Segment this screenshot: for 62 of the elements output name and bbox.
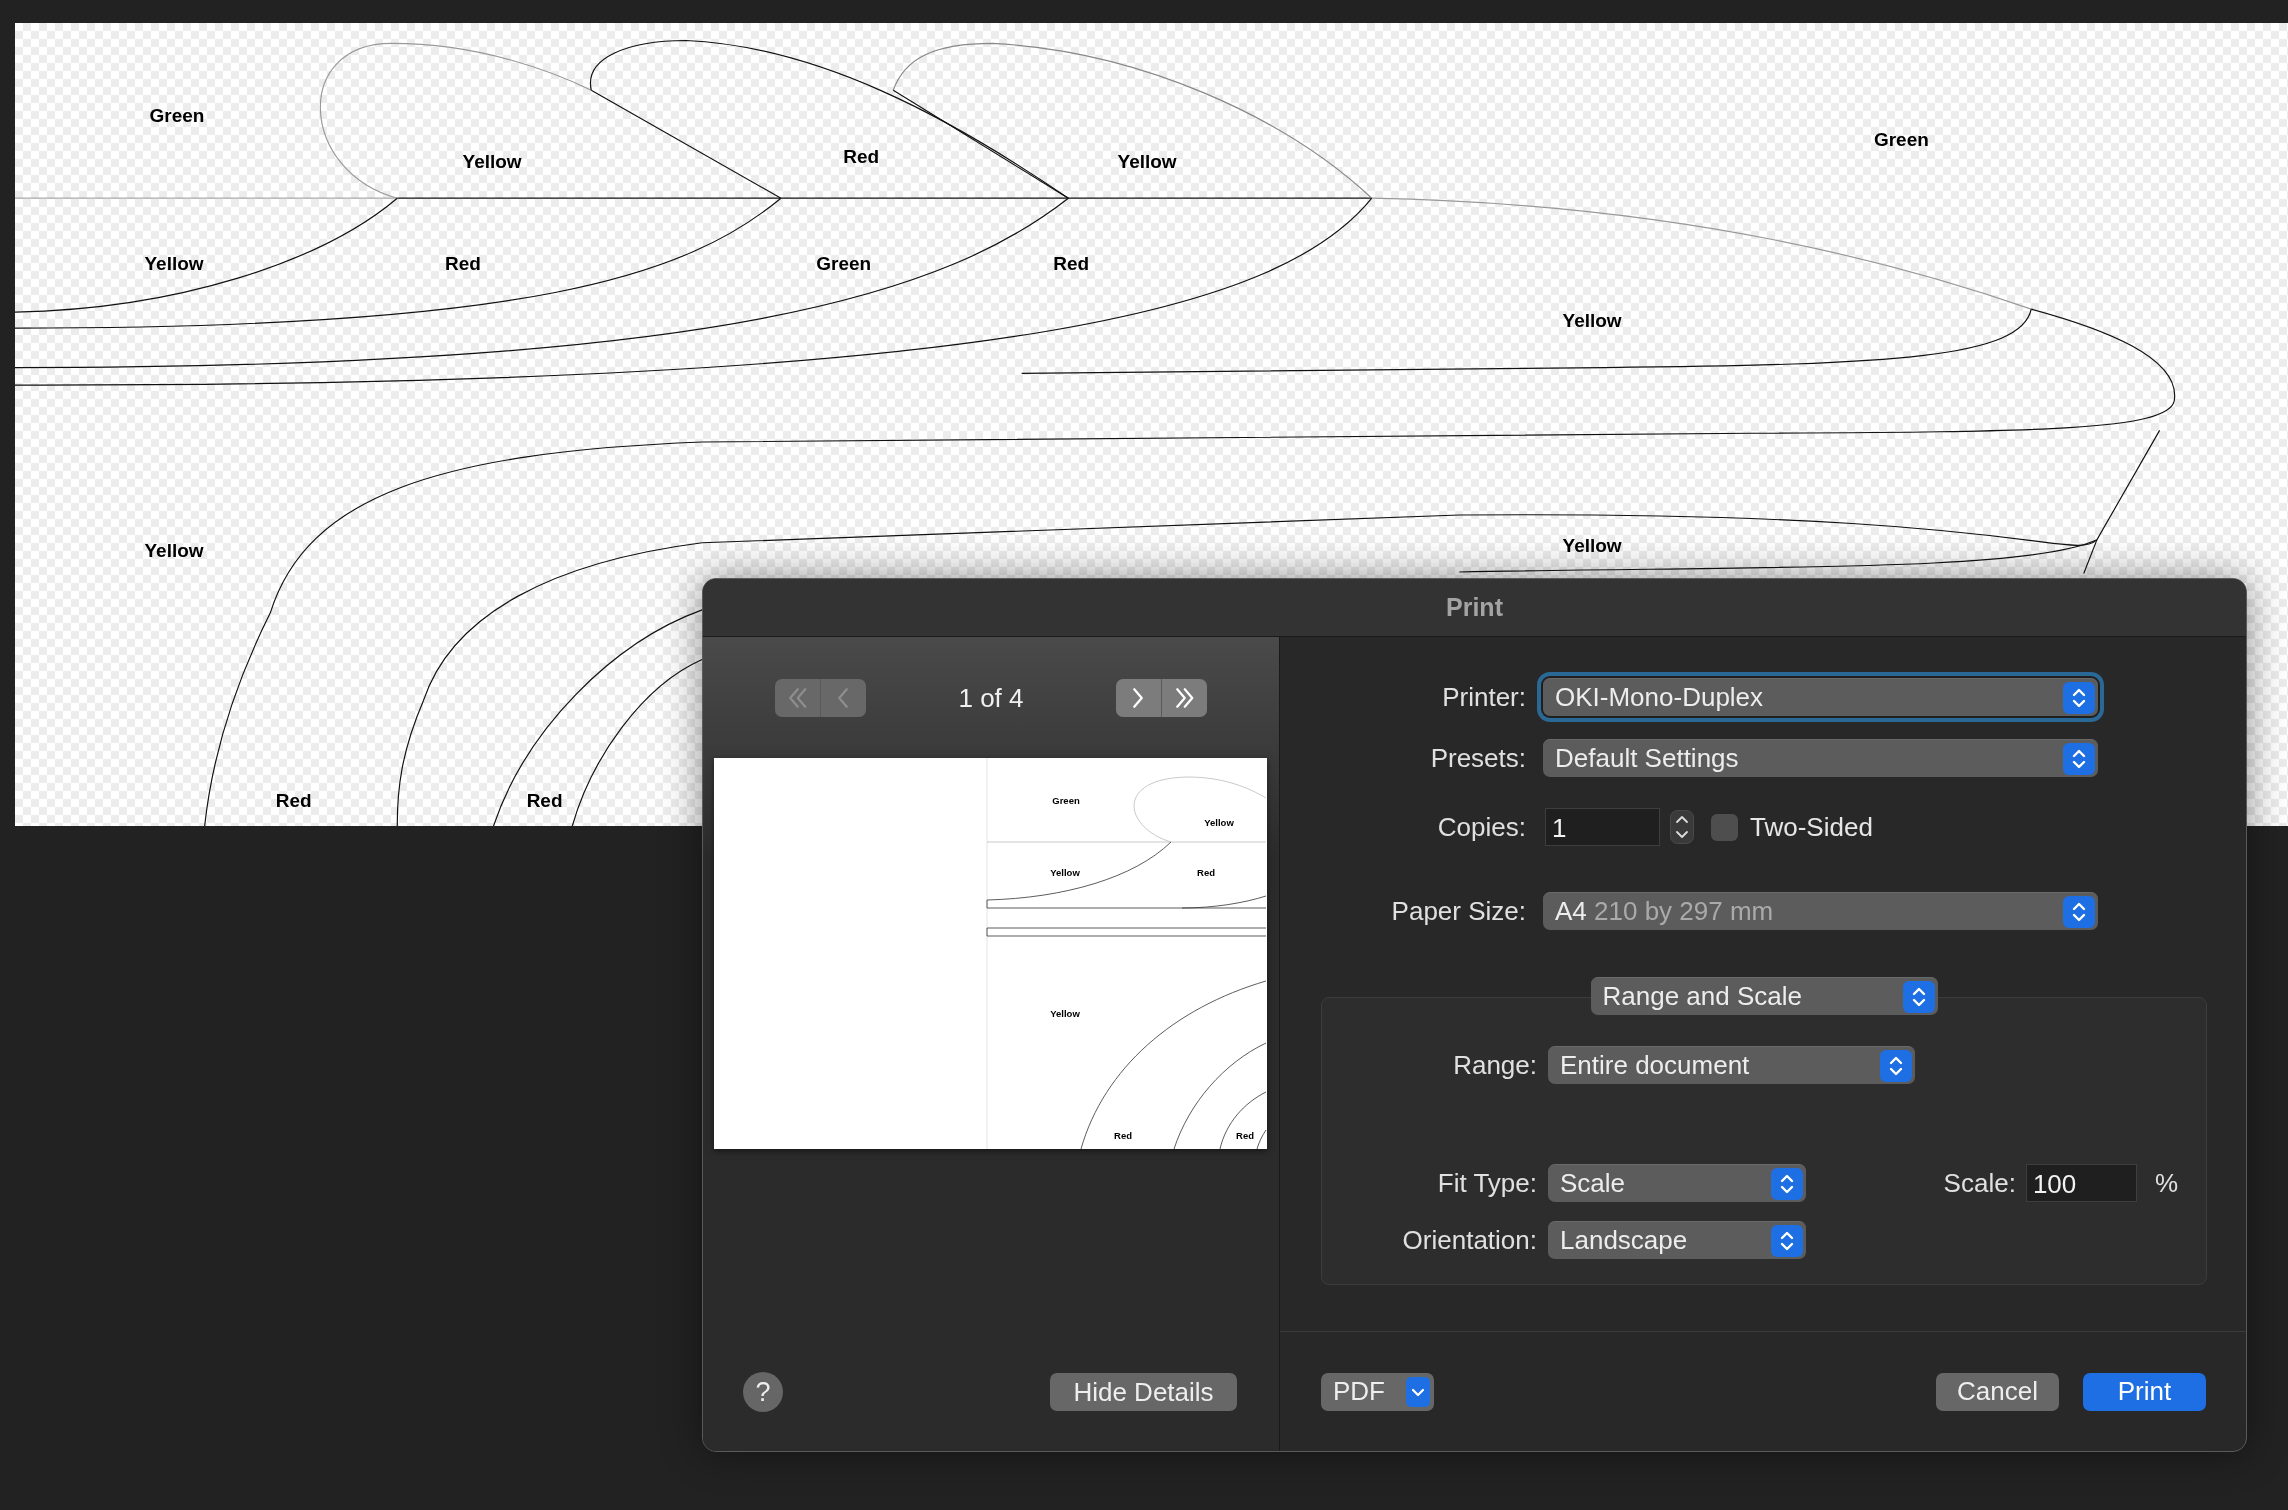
diagram-label: Red (444, 252, 481, 274)
diagram-label: Yellow (144, 252, 204, 274)
section-popup[interactable]: Range and Scale (1590, 977, 1938, 1015)
orientation-popup[interactable]: Landscape (1548, 1221, 1806, 1259)
paper-size-popup[interactable]: A4 210 by 297 mm (1543, 892, 2098, 930)
updown-chevron-icon (2063, 681, 2095, 714)
diagram-label: Green (149, 105, 205, 127)
field-label: Printer: (1441, 681, 1526, 713)
diagram-label: Green (816, 252, 872, 274)
two-sided-checkbox[interactable] (1711, 813, 1738, 841)
diagram-label: Yellow (1562, 309, 1622, 331)
field-label: Paper Size: (1390, 895, 1526, 927)
presets-popup[interactable]: Default Settings (1543, 739, 2098, 777)
diagram-label: Red (526, 790, 563, 811)
field-label: Scale: (1943, 1167, 2016, 1199)
preview-label: Red (1197, 867, 1215, 878)
preview-label: Yellow (1050, 867, 1080, 878)
field-label: Range: (1452, 1049, 1537, 1081)
print-button[interactable]: Print (2083, 1372, 2206, 1411)
unit-label: % (2154, 1167, 2178, 1199)
preview-label: Green (1052, 795, 1080, 806)
help-button[interactable]: ? (743, 1372, 783, 1412)
copies-field[interactable]: 1 (1545, 808, 1660, 846)
diagram-label: Red (1053, 252, 1090, 274)
checkbox-label: Two-Sided (1750, 811, 1873, 843)
double-chevron-right-icon (1175, 688, 1193, 708)
preview-label: Yellow (1050, 1008, 1080, 1019)
updown-chevron-icon (2063, 895, 2095, 928)
preview-label: Red (1236, 1130, 1254, 1141)
stepper[interactable] (1670, 810, 1694, 844)
dialog-title: Print (1446, 593, 1503, 622)
updown-chevron-icon (1771, 1224, 1803, 1257)
updown-chevron-icon (2063, 742, 2095, 775)
pdf-menu-button[interactable]: PDF (1321, 1372, 1434, 1411)
field-label: Orientation: (1401, 1224, 1537, 1256)
chevron-right-icon (1133, 688, 1144, 708)
page-indicator: 1 of 4 (958, 682, 1024, 714)
chevron-left-icon (838, 688, 849, 708)
diagram-label: Yellow (1117, 150, 1177, 172)
diagram-label: Green (1874, 128, 1929, 150)
diagram-label: Yellow (1562, 534, 1622, 556)
diagram-label: Yellow (144, 540, 204, 562)
updown-chevron-icon (1771, 1167, 1803, 1200)
double-chevron-left-icon (788, 688, 806, 708)
range-popup[interactable]: Entire document (1548, 1046, 1915, 1084)
updown-chevron-icon (1902, 980, 1935, 1013)
cancel-button[interactable]: Cancel (1936, 1372, 2059, 1411)
field-label: Fit Type: (1436, 1167, 1537, 1199)
hide-details-button[interactable]: Hide Details (1050, 1373, 1237, 1411)
preview-label: Red (1114, 1130, 1132, 1141)
diagram-label: Red (843, 146, 880, 168)
preview-label: Yellow (1204, 817, 1234, 828)
field-label: Presets: (1429, 742, 1526, 774)
diagram-label: Red (275, 790, 312, 811)
diagram-label: Yellow (462, 150, 522, 172)
last-page-button[interactable] (1161, 679, 1207, 717)
fit-type-popup[interactable]: Scale (1548, 1164, 1806, 1202)
updown-chevron-icon (1880, 1049, 1912, 1082)
chevron-down-icon (1406, 1376, 1430, 1407)
field-label: Copies: (1436, 811, 1526, 843)
next-page-button[interactable] (1116, 679, 1162, 717)
scale-field[interactable]: 100 (2025, 1164, 2137, 1202)
